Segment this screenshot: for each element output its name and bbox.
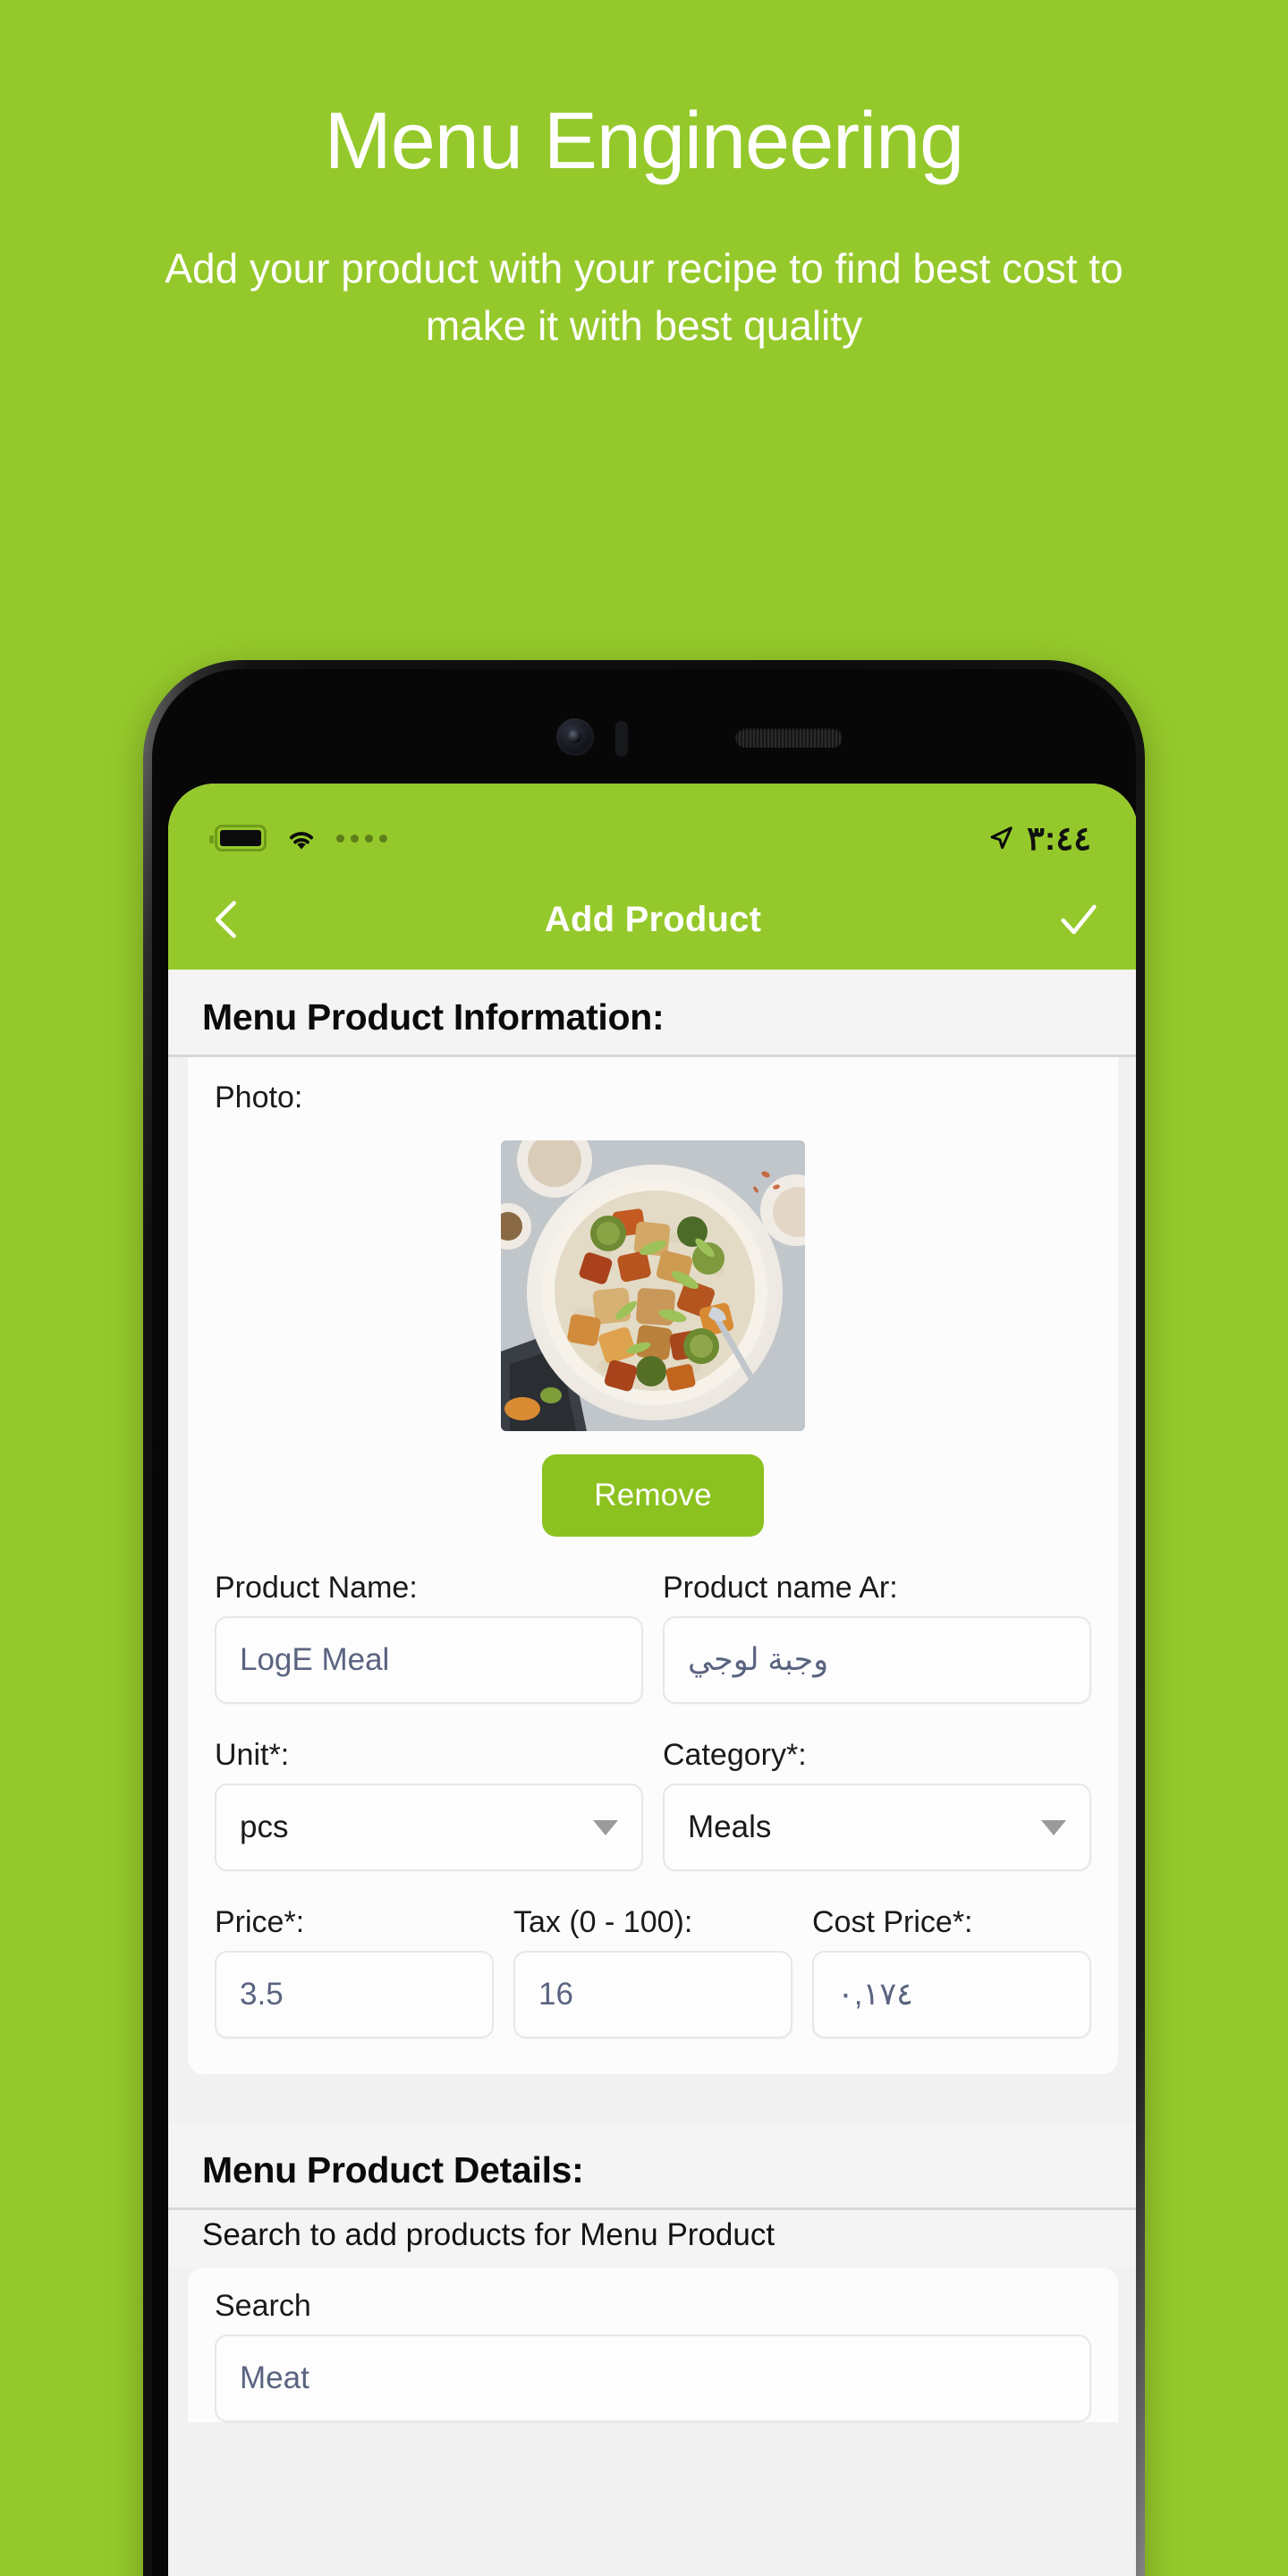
chevron-left-icon[interactable] — [204, 894, 250, 945]
category-select-value: Meals — [688, 1809, 772, 1844]
category-label: Category*: — [663, 1738, 807, 1772]
status-bar-clock: ٣:٤٤ — [1027, 819, 1091, 857]
product-name-field-group: Product Name: LogE Meal — [215, 1571, 643, 1704]
product-information-card: Photo: Remove Product Name: LogE Meal Pr… — [188, 1057, 1118, 2074]
product-name-label: Product Name: — [215, 1571, 418, 1605]
signal-dots-icon — [336, 834, 387, 843]
product-name-ar-label: Product name Ar: — [663, 1571, 898, 1605]
phone-screen: ٣:٤٤ Add Product Menu Product Informatio… — [168, 784, 1136, 2576]
status-bar-left — [209, 825, 387, 852]
photo-block: Photo: Remove — [188, 1080, 1118, 1537]
product-name-input[interactable]: LogE Meal — [215, 1616, 643, 1704]
page-title: Menu Engineering — [324, 97, 965, 186]
product-details-card: Search Meat — [188, 2267, 1118, 2422]
details-subtitle: Search to add products for Menu Product — [168, 2210, 1136, 2267]
tax-field-group: Tax (0 - 100): 16 — [513, 1905, 792, 2038]
name-row: Product Name: LogE Meal Product name Ar:… — [188, 1571, 1118, 1704]
battery-full-icon — [209, 825, 267, 852]
product-name-ar-input[interactable]: وجبة لوجي — [663, 1616, 1091, 1704]
cost-price-label: Cost Price*: — [812, 1905, 973, 1939]
check-icon[interactable] — [1055, 894, 1102, 945]
phone-bezel: ٣:٤٤ Add Product Menu Product Informatio… — [152, 669, 1136, 2576]
tax-input[interactable]: 16 — [513, 1951, 792, 2038]
app-bar-title: Add Product — [544, 899, 762, 939]
location-arrow-icon — [990, 826, 1013, 850]
tax-label: Tax (0 - 100): — [513, 1905, 693, 1939]
unit-select[interactable]: pcs — [215, 1784, 643, 1871]
food-bowl-photo[interactable] — [501, 1140, 805, 1431]
category-select[interactable]: Meals — [663, 1784, 1091, 1871]
category-field-group: Category*: Meals — [663, 1738, 1091, 1871]
section-gap — [168, 2074, 1136, 2123]
unit-field-group: Unit*: pcs — [215, 1738, 643, 1871]
form-content: Menu Product Information: Photo: Remove … — [168, 970, 1136, 2576]
price-label: Price*: — [215, 1905, 305, 1939]
remove-photo-button[interactable]: Remove — [542, 1454, 764, 1537]
cost-price-field-group: Cost Price*: ٠,١٧٤ — [812, 1905, 1091, 2038]
unit-label: Unit*: — [215, 1738, 290, 1772]
chevron-down-icon — [593, 1819, 618, 1835]
wifi-icon — [289, 832, 314, 850]
proximity-sensor-icon — [615, 721, 628, 757]
price-row: Price*: 3.5 Tax (0 - 100): 16 Cost Price… — [188, 1905, 1118, 2038]
photo-label: Photo: — [215, 1080, 303, 1114]
chevron-down-icon — [1041, 1819, 1066, 1835]
product-name-ar-field-group: Product name Ar: وجبة لوجي — [663, 1571, 1091, 1704]
app-bar: Add Product — [168, 869, 1136, 970]
earpiece-speaker-icon — [735, 728, 843, 748]
section-heading-information: Menu Product Information: — [168, 970, 1136, 1057]
promo-banner: Menu Engineering Add your product with y… — [0, 0, 1288, 354]
section-heading-details: Menu Product Details: — [168, 2123, 1136, 2210]
status-bar: ٣:٤٤ — [168, 784, 1136, 869]
unit-select-value: pcs — [240, 1809, 289, 1844]
search-input[interactable]: Meat — [215, 2334, 1091, 2422]
status-bar-right: ٣:٤٤ — [987, 819, 1091, 858]
price-field-group: Price*: 3.5 — [215, 1905, 494, 2038]
unit-category-row: Unit*: pcs Category*: Meals — [188, 1738, 1118, 1871]
food-bowl-image — [501, 1140, 805, 1431]
cost-price-input[interactable]: ٠,١٧٤ — [812, 1951, 1091, 2038]
page-subtitle: Add your product with your recipe to fin… — [165, 245, 1123, 349]
price-input[interactable]: 3.5 — [215, 1951, 494, 2038]
phone-mockup: ٣:٤٤ Add Product Menu Product Informatio… — [143, 660, 1145, 2576]
search-label: Search — [215, 2289, 311, 2323]
front-camera-icon — [556, 718, 594, 756]
